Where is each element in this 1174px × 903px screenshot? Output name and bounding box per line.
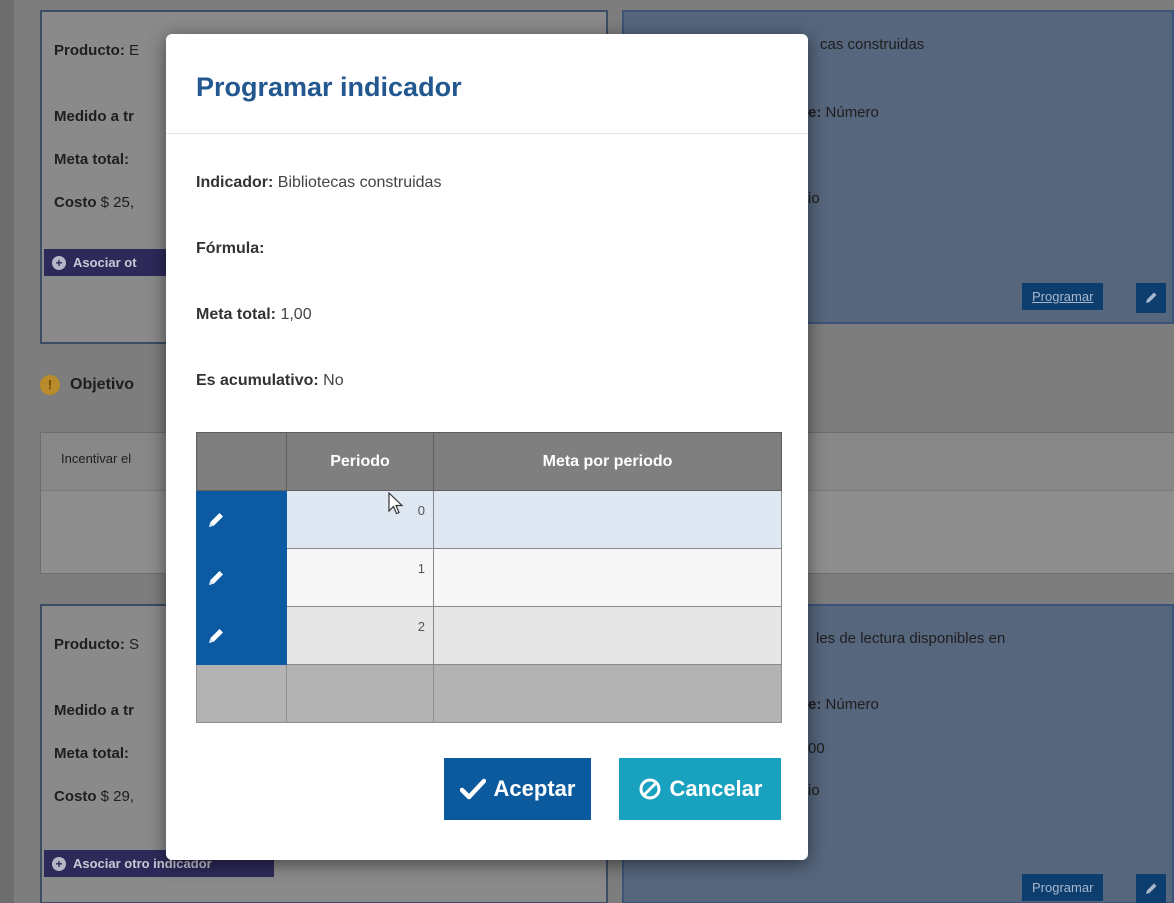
row-edit-button[interactable] xyxy=(196,548,287,607)
plus-circle-icon: + xyxy=(52,255,66,270)
cell-periodo[interactable]: 1 xyxy=(286,548,434,607)
field-acumulativo: Es acumulativo: No xyxy=(196,372,344,389)
row-edit-button[interactable] xyxy=(196,606,287,665)
card1-meta: Meta total: xyxy=(54,151,129,168)
objective-heading: ! Objetivo xyxy=(40,375,134,395)
periods-grid: Periodo Meta por periodo 0 1 2 xyxy=(196,432,782,723)
table-row: 2 xyxy=(196,606,782,665)
pencil-icon xyxy=(209,628,223,643)
check-icon xyxy=(459,778,486,800)
card2-title: cas construidas xyxy=(820,36,925,53)
table-row: 0 xyxy=(196,490,782,549)
cell-meta[interactable] xyxy=(433,606,782,665)
pencil-icon xyxy=(1146,883,1157,894)
table-row: 1 xyxy=(196,548,782,607)
cell-periodo[interactable]: 0 xyxy=(286,490,434,549)
cell-periodo[interactable]: 2 xyxy=(286,606,434,665)
warning-icon: ! xyxy=(40,375,60,395)
pencil-icon xyxy=(1146,292,1157,303)
field-formula: Fórmula: xyxy=(196,240,265,257)
card1-producto: Producto: E xyxy=(54,42,140,59)
grid-header-edit xyxy=(196,432,287,491)
card3-producto: Producto: S xyxy=(54,636,140,653)
plus-circle-icon: + xyxy=(52,856,66,871)
cell-meta[interactable] xyxy=(433,490,782,549)
card4-other: io xyxy=(808,782,820,799)
mouse-pointer-icon xyxy=(388,492,404,515)
card3-medido: Medido a tr xyxy=(54,702,135,719)
grid-header-meta[interactable]: Meta por periodo xyxy=(433,432,782,491)
card3-meta: Meta total: xyxy=(54,745,129,762)
page-left-strip xyxy=(0,0,14,903)
objective-text: Incentivar el xyxy=(61,451,132,466)
programar-indicador-modal: Programar indicador Indicador: Bibliotec… xyxy=(166,34,808,860)
card4-programar-button[interactable]: Programar xyxy=(1022,874,1104,901)
cancel-button[interactable]: Cancelar xyxy=(619,758,781,820)
card2-unidad: e: Número xyxy=(808,104,879,121)
card4-unidad: e: Número xyxy=(808,696,879,713)
field-meta-total: Meta total: 1,00 xyxy=(196,306,312,323)
row-edit-button[interactable] xyxy=(196,490,287,549)
card4-title: les de lectura disponibles en xyxy=(816,630,1006,647)
card3-costo: Costo $ 29, xyxy=(54,788,135,805)
card1-medido: Medido a tr xyxy=(54,108,135,125)
card4-value: 00 xyxy=(808,740,825,757)
card2-other: io xyxy=(808,190,820,207)
ban-icon xyxy=(639,778,661,800)
cell-meta[interactable] xyxy=(433,548,782,607)
card2-programar-button[interactable]: Programar xyxy=(1022,283,1104,310)
pencil-icon xyxy=(209,512,223,527)
field-indicador: Indicador: Bibliotecas construidas xyxy=(196,174,442,191)
grid-header-row: Periodo Meta por periodo xyxy=(196,432,782,491)
card4-edit-button[interactable] xyxy=(1136,874,1166,903)
pencil-icon xyxy=(209,570,223,585)
card2-edit-button[interactable] xyxy=(1136,283,1166,313)
modal-header: Programar indicador xyxy=(166,34,808,134)
accept-button[interactable]: Aceptar xyxy=(444,758,591,820)
card1-costo: Costo $ 25, xyxy=(54,194,135,211)
grid-header-periodo[interactable]: Periodo xyxy=(286,432,434,491)
modal-title: Programar indicador xyxy=(196,72,462,102)
grid-empty-row xyxy=(196,664,782,723)
